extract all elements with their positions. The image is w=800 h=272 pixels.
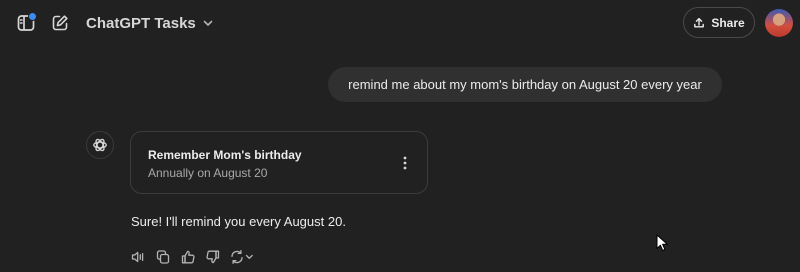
thumbs-down-button[interactable] bbox=[203, 248, 222, 266]
user-avatar[interactable] bbox=[765, 9, 793, 37]
assistant-reply-text: Sure! I'll remind you every August 20. bbox=[131, 214, 346, 229]
task-schedule: Annually on August 20 bbox=[148, 166, 268, 180]
notification-dot bbox=[28, 12, 37, 21]
model-name: ChatGPT Tasks bbox=[86, 14, 196, 32]
thumbs-down-icon bbox=[205, 250, 219, 264]
new-chat-icon bbox=[52, 15, 68, 31]
share-icon bbox=[694, 17, 705, 27]
mouse-cursor-icon bbox=[656, 234, 668, 251]
task-title: Remember Mom's birthday bbox=[148, 148, 302, 162]
message-actions bbox=[128, 248, 256, 266]
task-card[interactable]: Remember Mom's birthday Annually on Augu… bbox=[130, 131, 428, 194]
new-chat-button[interactable] bbox=[47, 10, 73, 36]
user-message-bubble: remind me about my mom's birthday on Aug… bbox=[328, 67, 722, 102]
user-message-text: remind me about my mom's birthday on Aug… bbox=[348, 77, 702, 92]
share-label: Share bbox=[711, 15, 745, 30]
copy-button[interactable] bbox=[153, 248, 172, 266]
openai-logo-icon bbox=[93, 138, 107, 152]
more-vertical-icon bbox=[403, 156, 407, 170]
assistant-avatar bbox=[86, 131, 114, 159]
chat-page: ChatGPT Tasks Share remind me about my m… bbox=[0, 0, 800, 272]
thumbs-up-button[interactable] bbox=[178, 248, 197, 266]
chevron-down-icon bbox=[203, 20, 213, 26]
regenerate-icon bbox=[231, 249, 253, 265]
copy-icon bbox=[156, 250, 169, 264]
read-aloud-icon bbox=[131, 251, 143, 263]
top-bar: ChatGPT Tasks Share bbox=[0, 0, 800, 46]
share-button[interactable]: Share bbox=[683, 7, 755, 38]
read-aloud-button[interactable] bbox=[128, 248, 147, 266]
task-options-button[interactable] bbox=[397, 152, 413, 174]
thumbs-up-icon bbox=[181, 250, 195, 264]
model-selector[interactable]: ChatGPT Tasks bbox=[80, 11, 220, 35]
sidebar-toggle-button[interactable] bbox=[13, 10, 39, 36]
regenerate-button[interactable] bbox=[228, 248, 256, 266]
